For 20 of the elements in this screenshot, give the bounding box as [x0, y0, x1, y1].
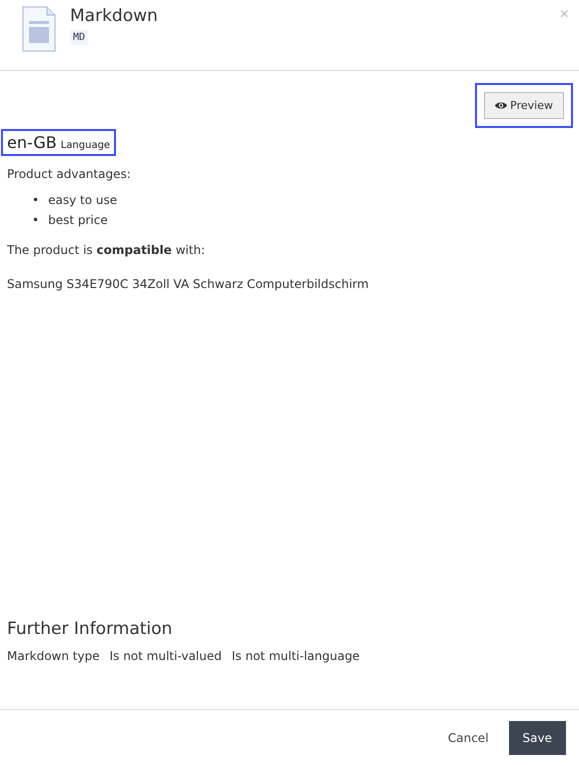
- list-item: best price: [48, 212, 108, 229]
- info-text: Is not multi-language: [232, 649, 360, 663]
- dialog-title: Markdown: [70, 6, 158, 26]
- section-title: Further Information: [7, 619, 174, 639]
- bullet: •: [32, 192, 40, 209]
- list-item: easy to use: [48, 192, 118, 209]
- document-icon: [22, 6, 56, 52]
- language-code: en-GB: [7, 133, 57, 152]
- info-text: Is not multi-valued: [110, 649, 222, 663]
- paragraph: The product is compatible with:: [7, 242, 206, 258]
- paragraph: Product advantages:: [7, 166, 132, 182]
- eye-icon: [495, 101, 508, 110]
- info-text: Markdown type: [7, 649, 100, 663]
- bullet: •: [32, 212, 40, 229]
- format-tag: MD: [70, 30, 88, 45]
- paragraph: Samsung S34E790C 34Zoll VA Schwarz Computerbildschirm: [7, 276, 370, 292]
- save-button[interactable]: Save: [508, 721, 566, 755]
- cancel-button[interactable]: Cancel: [442, 730, 495, 746]
- language-label: Language: [60, 140, 110, 151]
- preview-button[interactable]: Preview: [484, 92, 564, 119]
